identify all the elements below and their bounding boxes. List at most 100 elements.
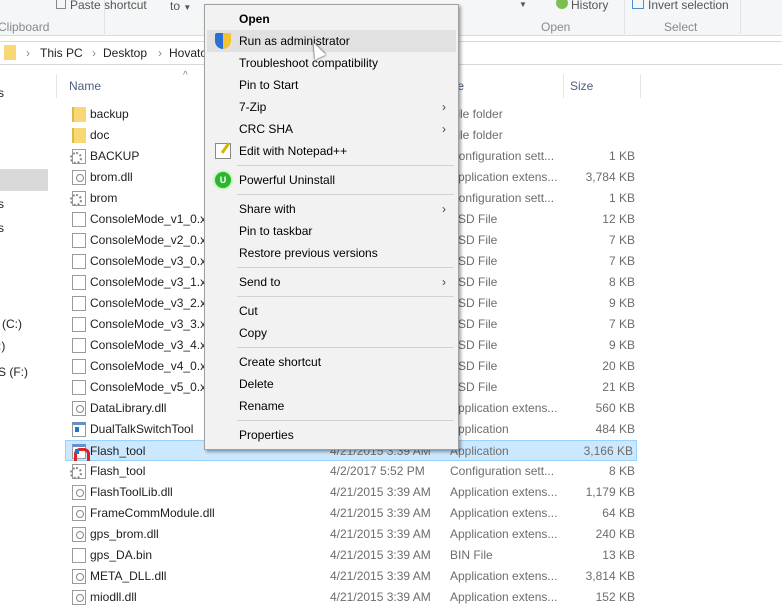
invert-selection-button[interactable]: Invert selection (632, 0, 729, 12)
nav-selected-item[interactable] (0, 169, 48, 191)
notepad-plus-plus-icon (215, 143, 231, 159)
file-icon (72, 359, 86, 374)
paste-shortcut-icon (56, 0, 66, 9)
chevron-right-icon: › (442, 122, 446, 136)
file-type: BIN File (450, 548, 493, 562)
menu-item-run-as-administrator[interactable]: Run as administrator (207, 30, 456, 52)
menu-item-troubleshoot-compatibility[interactable]: Troubleshoot compatibility (207, 52, 456, 74)
file-name: DualTalkSwitchTool (90, 422, 194, 436)
dll-icon (72, 485, 86, 500)
invert-selection-icon (632, 0, 644, 9)
file-type: Application extens... (450, 170, 558, 184)
file-name: Flash_tool (90, 444, 146, 458)
file-size: 560 KB (595, 401, 635, 415)
menu-item-powerful-uninstall[interactable]: U Powerful Uninstall (207, 169, 456, 191)
menu-item-crc-sha[interactable]: CRC SHA › (207, 118, 456, 140)
menu-item-label: Edit with Notepad++ (239, 144, 348, 158)
folder-icon (4, 45, 16, 60)
uac-shield-icon (215, 33, 231, 49)
file-size: 13 KB (602, 548, 635, 562)
file-name: ConsoleMode_v1_0.xsd (90, 212, 219, 226)
divider (624, 0, 625, 34)
nav-item[interactable]: s (0, 86, 4, 100)
file-icon (72, 233, 86, 248)
menu-item-label: Create shortcut (239, 355, 322, 369)
menu-item-label: Pin to Start (239, 78, 299, 92)
file-icon (72, 275, 86, 290)
cfg-icon (70, 191, 86, 206)
nav-item[interactable]: s (0, 197, 4, 211)
menu-separator (207, 264, 456, 271)
file-row[interactable]: FlashToolLib.dll 4/21/2015 3:39 AM Appli… (66, 482, 638, 503)
file-name: BACKUP (90, 149, 140, 163)
file-date: 4/21/2015 3:39 AM (330, 548, 431, 562)
file-size: 20 KB (602, 359, 635, 373)
nav-item-drive-f[interactable]: S (F:) (0, 365, 28, 379)
nav-item-drive[interactable]: :) (0, 339, 5, 353)
menu-item-pin-to-start[interactable]: Pin to Start (207, 74, 456, 96)
menu-item-rename[interactable]: Rename (207, 395, 456, 417)
dll-icon (72, 590, 86, 605)
file-size: 3,814 KB (585, 569, 635, 583)
file-date: 4/21/2015 3:39 AM (330, 527, 431, 541)
file-size: 8 KB (608, 275, 635, 289)
menu-item-share-with[interactable]: Share with › (207, 198, 456, 220)
menu-item-7-zip[interactable]: 7-Zip › (207, 96, 456, 118)
column-header-size[interactable]: Size (570, 79, 593, 101)
chevron-right-icon: › (442, 275, 446, 289)
menu-item-cut[interactable]: Cut (207, 300, 456, 322)
file-type: Application extens... (450, 485, 558, 499)
chevron-right-icon: › (442, 100, 446, 114)
menu-item-label: Properties (239, 428, 294, 442)
paste-shortcut-button[interactable]: Paste shortcut (56, 0, 147, 12)
file-name: miodll.dll (90, 590, 137, 604)
nav-item[interactable]: s (0, 221, 4, 235)
breadcrumb-this-pc[interactable]: This PC (40, 46, 83, 60)
menu-item-label: Copy (239, 326, 268, 340)
menu-item-edit-with-notepad[interactable]: Edit with Notepad++ (207, 140, 456, 162)
menu-item-label: Run as administrator (239, 34, 350, 48)
file-row[interactable]: Flash_tool 4/2/2017 5:52 PM Configuratio… (66, 461, 638, 482)
column-divider (640, 74, 641, 98)
menu-item-copy[interactable]: Copy (207, 322, 456, 344)
copy-to-button[interactable]: to ▼ (170, 0, 191, 13)
file-row[interactable]: miodll.dll 4/21/2015 3:39 AM Application… (66, 587, 638, 608)
file-date: 4/21/2015 3:39 AM (330, 569, 431, 583)
file-size: 152 KB (595, 590, 635, 604)
breadcrumb-folder[interactable]: Hovato (169, 46, 207, 60)
file-row[interactable]: FrameCommModule.dll 4/21/2015 3:39 AM Ap… (66, 503, 638, 524)
nav-item-drive-c[interactable]: (C:) (2, 317, 22, 331)
file-name: Flash_tool (90, 464, 146, 478)
dll-icon (72, 527, 86, 542)
menu-item-open[interactable]: Open (207, 8, 456, 30)
column-header-name[interactable]: Name (69, 79, 101, 101)
file-row[interactable]: gps_brom.dll 4/21/2015 3:39 AM Applicati… (66, 524, 638, 545)
file-row[interactable]: META_DLL.dll 4/21/2015 3:39 AM Applicati… (66, 566, 638, 587)
copy-to-label: to (170, 0, 181, 13)
open-dropdown-chevron-icon[interactable]: ▼ (519, 0, 527, 9)
menu-item-delete[interactable]: Delete (207, 373, 456, 395)
menu-item-label: Open (239, 12, 270, 26)
file-name: ConsoleMode_v3_1.xsd (90, 275, 219, 289)
menu-item-send-to[interactable]: Send to › (207, 271, 456, 293)
menu-item-pin-to-taskbar[interactable]: Pin to taskbar (207, 220, 456, 242)
menu-item-properties[interactable]: Properties (207, 424, 456, 446)
file-icon (72, 548, 86, 563)
file-name: META_DLL.dll (90, 569, 167, 583)
clipboard-group-label: Clipboard (0, 20, 50, 34)
breadcrumb-desktop[interactable]: Desktop (103, 46, 147, 60)
file-type: Application extens... (450, 590, 558, 604)
breadcrumb-separator: › (26, 46, 30, 60)
menu-item-restore-previous-versions[interactable]: Restore previous versions (207, 242, 456, 264)
file-row[interactable]: gps_DA.bin 4/21/2015 3:39 AM BIN File 13… (66, 545, 638, 566)
menu-separator (207, 293, 456, 300)
divider (740, 0, 741, 34)
menu-item-create-shortcut[interactable]: Create shortcut (207, 351, 456, 373)
history-icon (556, 0, 568, 9)
history-button[interactable]: History (556, 0, 608, 12)
menu-separator (207, 191, 456, 198)
chevron-down-icon: ▼ (183, 3, 192, 12)
file-icon (72, 296, 86, 311)
file-name: ConsoleMode_v3_4.xsd (90, 338, 219, 352)
menu-item-label: CRC SHA (239, 122, 294, 136)
